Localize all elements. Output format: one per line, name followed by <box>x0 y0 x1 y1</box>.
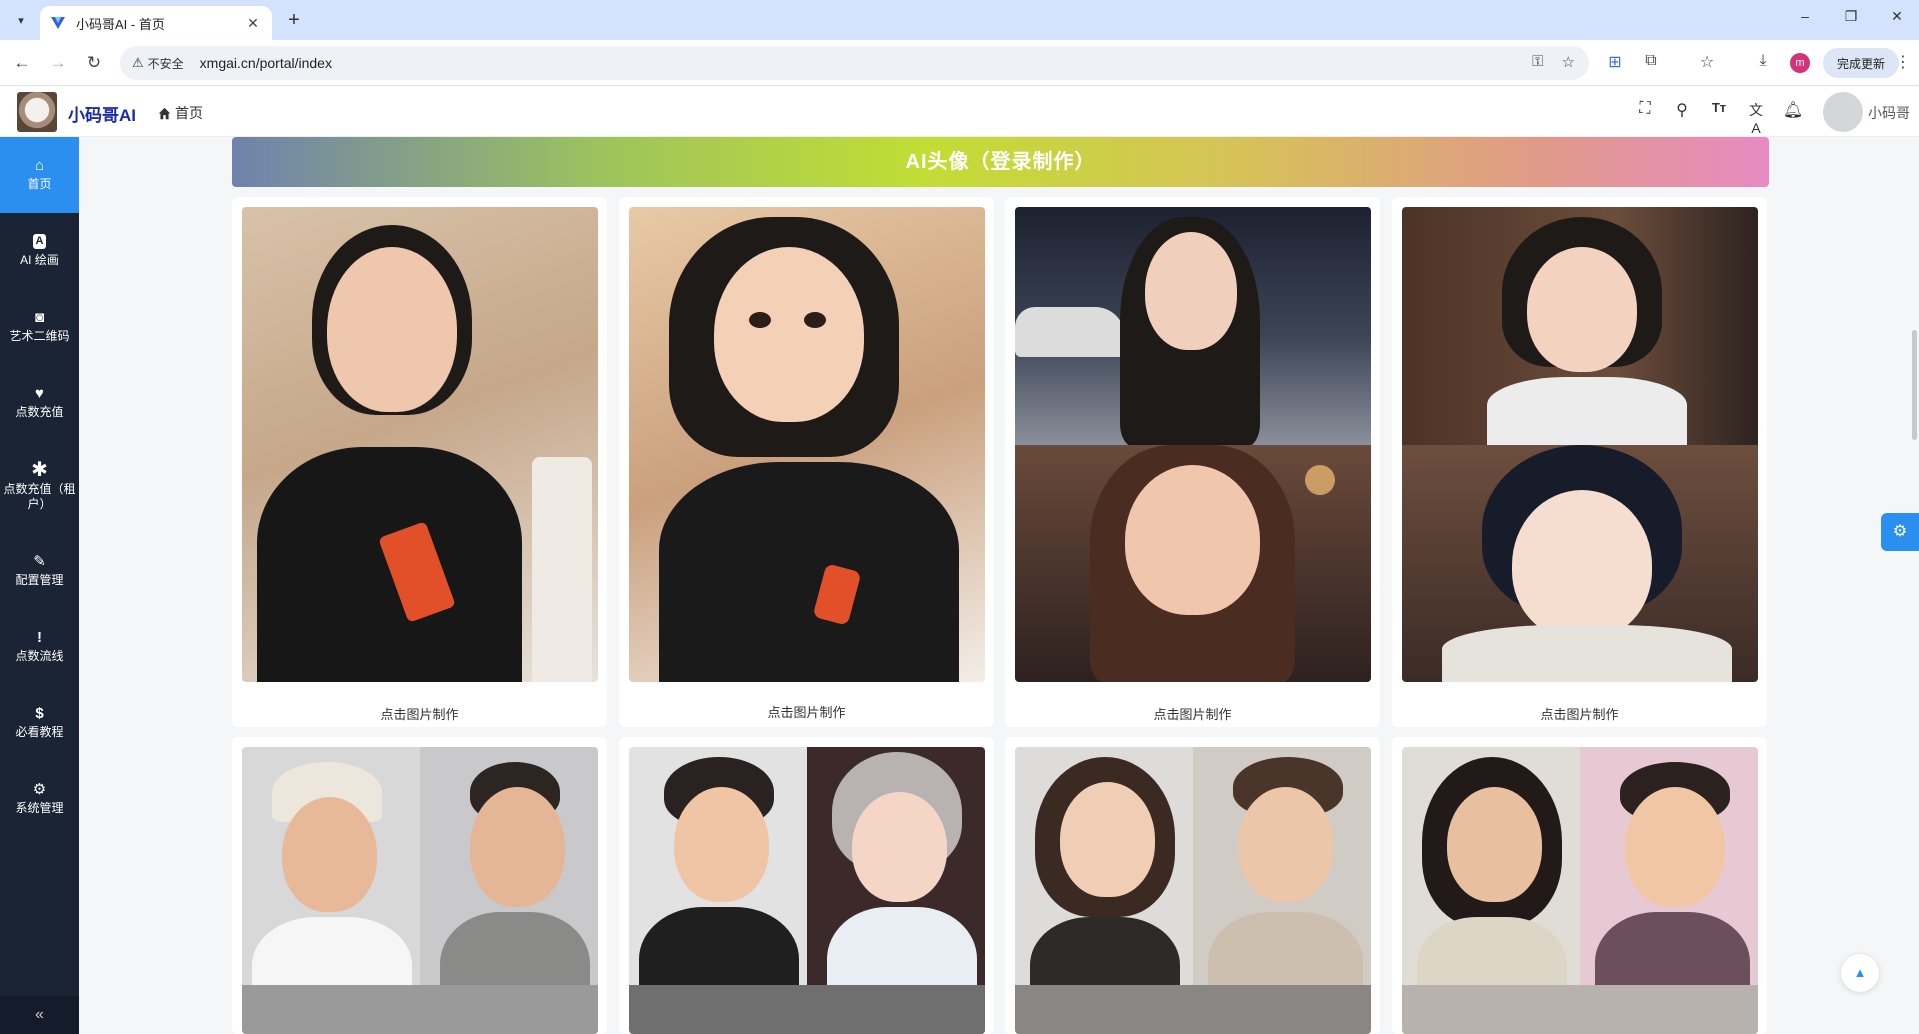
app-header: 小码哥AI 首页 ⛶ ⚲ Tт 文A 🔔︎ 小码哥 <box>0 86 1919 137</box>
warning-icon: ⚠ <box>132 55 144 70</box>
close-window-icon[interactable]: ✕ <box>1887 8 1907 25</box>
site-favicon-icon <box>51 17 65 29</box>
asterisk-icon: ✱ <box>31 458 48 481</box>
font-size-icon[interactable]: Tт <box>1708 100 1730 115</box>
sidebar-item-label: 首页 <box>27 177 52 191</box>
style-sample-image[interactable] <box>1015 207 1371 682</box>
page-scrollbar[interactable] <box>1912 330 1917 440</box>
camera-icon: ◙ <box>34 309 45 326</box>
profile-avatar[interactable]: m <box>1790 53 1810 73</box>
minimize-icon[interactable]: – <box>1795 8 1815 24</box>
exclamation-icon: ! <box>37 629 42 646</box>
style-sample-image[interactable] <box>242 207 598 682</box>
avatar-style-card[interactable]: 点击图片制作 <box>1392 197 1767 727</box>
sidebar-item-points-flow[interactable]: ! 点数流线 <box>0 609 79 685</box>
avatar-style-card[interactable] <box>232 737 607 1034</box>
style-sample-image[interactable] <box>242 747 598 1034</box>
avatar-style-card[interactable]: 点击图片制作 <box>619 197 994 727</box>
sidebar-item-home[interactable]: ⌂ 首页 <box>0 137 79 213</box>
browser-tab[interactable]: 小码哥AI - 首页 ✕ <box>40 6 272 40</box>
avatar-style-card[interactable] <box>619 737 994 1034</box>
sidebar-item-tutorial[interactable]: $ 必看教程 <box>0 685 79 761</box>
brand-name: 小码哥AI <box>68 106 136 125</box>
sidebar-item-label: 系统管理 <box>15 801 64 815</box>
home-icon: ⌂ <box>34 157 45 174</box>
tab-close-icon[interactable]: ✕ <box>244 15 262 32</box>
sidebar-item-label: 艺术二维码 <box>9 329 70 343</box>
update-button[interactable]: 完成更新 <box>1823 48 1899 78</box>
avatar-style-card[interactable] <box>1392 737 1767 1034</box>
sidebar-item-label: 点数充值（租户） <box>3 481 76 511</box>
bookmark-star-icon[interactable]: ☆ <box>1562 53 1575 71</box>
restore-icon[interactable]: ❐ <box>1841 8 1861 25</box>
more-menu-icon[interactable]: ⋮ <box>1895 52 1911 72</box>
fullscreen-icon[interactable]: ⛶ <box>1634 100 1656 118</box>
gear-icon: ⚙ <box>32 781 47 798</box>
style-sample-image[interactable] <box>629 747 985 1034</box>
avatar-style-card[interactable]: 点击图片制作 <box>232 197 607 727</box>
download-icon[interactable]: ⤓ <box>1752 52 1774 70</box>
sidebar-item-label: 点数充值 <box>15 405 64 419</box>
reload-icon[interactable]: ↻ <box>83 52 105 74</box>
sidebar-item-system[interactable]: ⚙ 系统管理 <box>0 761 79 837</box>
address-bar[interactable]: ⚠ 不安全 xmgai.cn/portal/index ⚿ ☆ <box>120 46 1589 80</box>
bell-icon[interactable]: 🔔︎ <box>1782 100 1804 120</box>
translate-extension-icon[interactable]: ⊞ <box>1604 52 1626 72</box>
breadcrumb-home: 首页 <box>175 105 203 121</box>
avatar-style-card[interactable]: 点击图片制作 <box>1005 197 1380 727</box>
sidebar-item-art-qrcode[interactable]: ◙ 艺术二维码 <box>0 289 79 365</box>
heart-icon: ♥ <box>35 385 44 402</box>
bookmarks-icon[interactable]: ☆ <box>1696 52 1718 72</box>
home-icon <box>158 107 171 119</box>
forward-icon[interactable]: → <box>47 52 69 74</box>
browser-toolbar: ← → ↻ ⚠ 不安全 xmgai.cn/portal/index ⚿ ☆ ⊞ … <box>0 40 1919 86</box>
back-to-top-icon[interactable]: ▲ <box>1841 954 1879 992</box>
style-sample-image[interactable] <box>1402 207 1758 682</box>
sidebar: ⌂ 首页 A AI 绘画 ◙ 艺术二维码 ♥ 点数充值 ✱ 点数充值（租户） ✎… <box>0 137 79 1034</box>
tab-search-button[interactable]: ▾ <box>10 9 32 31</box>
card-caption[interactable]: 点击图片制作 <box>1005 704 1380 723</box>
extensions-icon[interactable]: ⧉ <box>1640 52 1662 70</box>
search-icon[interactable]: ⚲ <box>1671 100 1693 120</box>
sidebar-item-recharge-tenant[interactable]: ✱ 点数充值（租户） <box>0 441 79 533</box>
card-caption[interactable]: 点击图片制作 <box>1392 704 1767 723</box>
ai-icon: A <box>32 234 47 249</box>
new-tab-button[interactable]: + <box>283 9 305 31</box>
username[interactable]: 小码哥 <box>1868 103 1910 123</box>
sidebar-item-ai-drawing[interactable]: A AI 绘画 <box>0 213 79 289</box>
pencil-icon: ✎ <box>33 553 46 570</box>
sidebar-item-label: AI 绘画 <box>20 253 59 267</box>
sidebar-item-label: 必看教程 <box>15 725 64 739</box>
sidebar-item-label: 配置管理 <box>15 573 64 587</box>
sidebar-item-recharge[interactable]: ♥ 点数充值 <box>0 365 79 441</box>
dollar-icon: $ <box>35 705 44 722</box>
card-caption[interactable]: 点击图片制作 <box>232 704 607 723</box>
style-sample-image[interactable] <box>1402 747 1758 1034</box>
style-sample-image[interactable] <box>629 207 985 682</box>
language-icon[interactable]: 文A <box>1745 100 1767 136</box>
sidebar-item-label: 点数流线 <box>15 649 64 663</box>
card-caption[interactable]: 点击图片制作 <box>619 702 994 721</box>
style-sample-image[interactable] <box>1015 747 1371 1034</box>
tab-title: 小码哥AI - 首页 <box>76 16 165 32</box>
avatar[interactable] <box>1823 92 1863 132</box>
section-banner: AI头像（登录制作） <box>232 137 1769 187</box>
back-icon[interactable]: ← <box>11 52 33 74</box>
security-indicator[interactable]: ⚠ 不安全 <box>132 55 184 72</box>
avatar-style-card[interactable] <box>1005 737 1380 1034</box>
url-text: xmgai.cn/portal/index <box>199 55 332 71</box>
sidebar-item-config[interactable]: ✎ 配置管理 <box>0 533 79 609</box>
collapse-sidebar-icon[interactable]: « <box>0 996 79 1034</box>
breadcrumb[interactable]: 首页 <box>158 103 203 123</box>
insecure-label: 不安全 <box>147 56 184 71</box>
password-key-icon[interactable]: ⚿ <box>1532 53 1543 71</box>
browser-tab-bar: ▾ 小码哥AI - 首页 ✕ + – ❐ ✕ <box>0 0 1919 40</box>
logo <box>17 92 57 132</box>
settings-gear-icon[interactable]: ⚙ <box>1881 513 1919 551</box>
